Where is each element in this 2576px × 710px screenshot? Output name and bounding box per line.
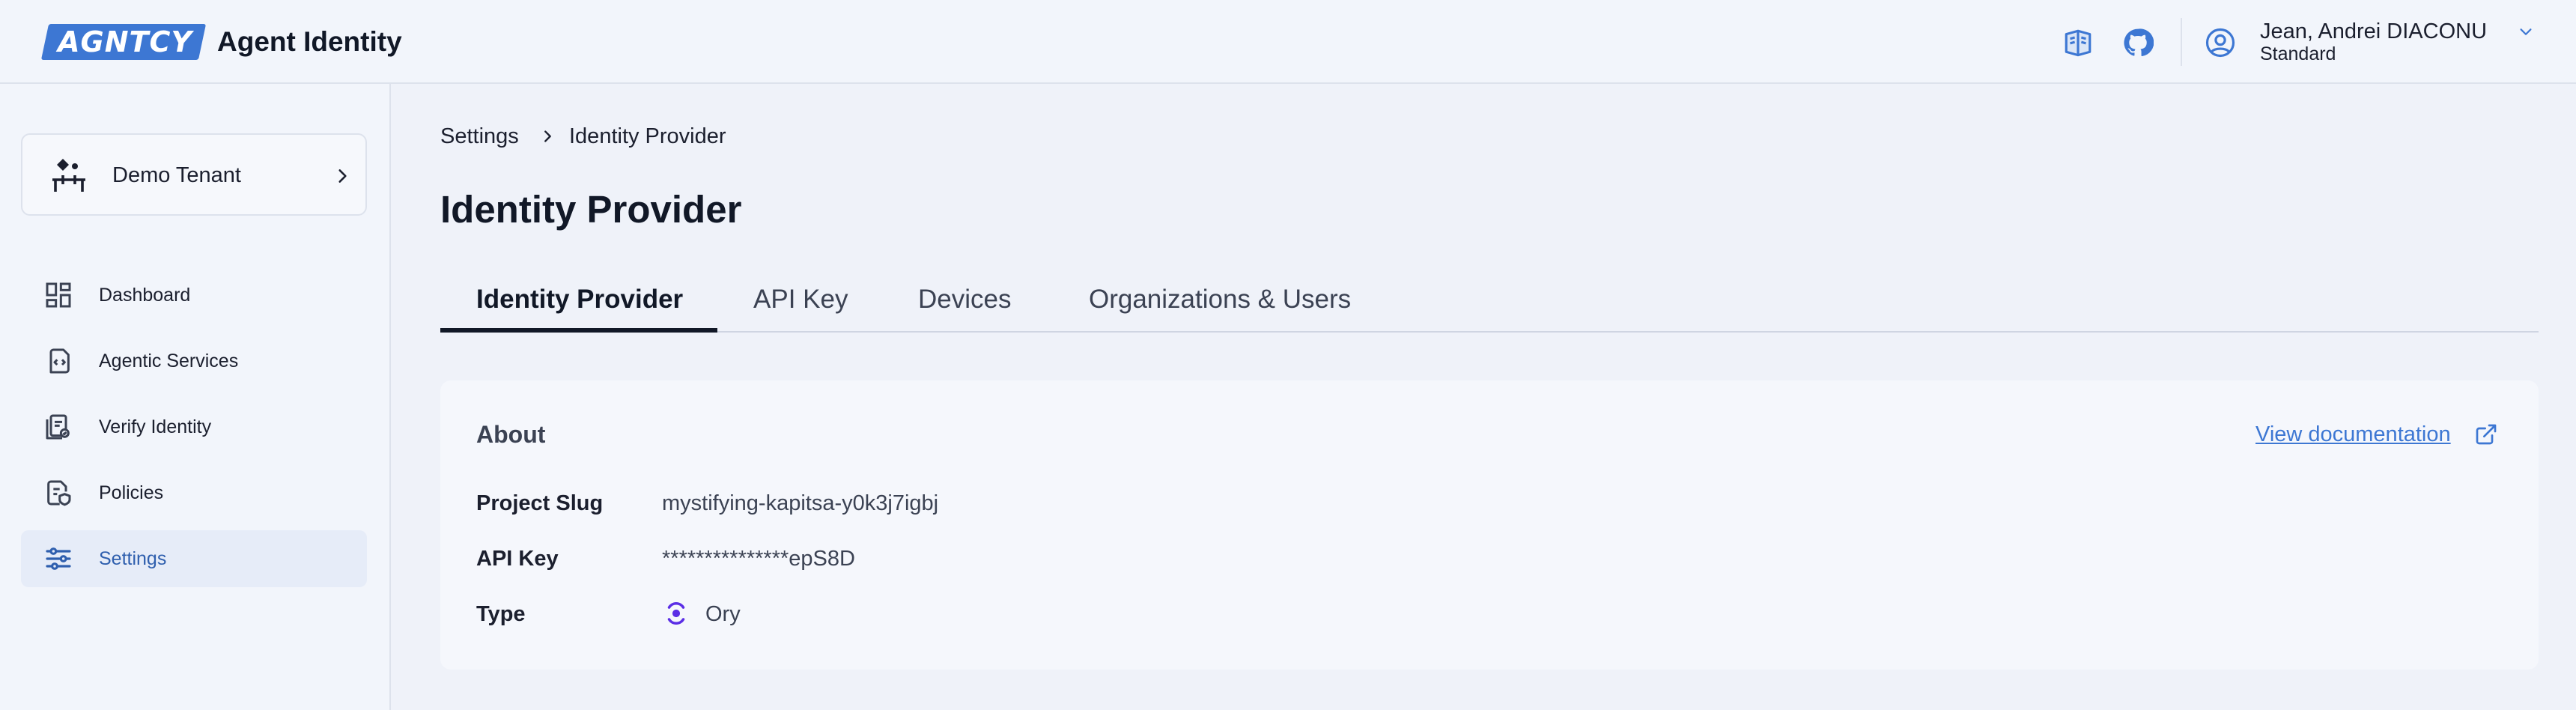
sliders-icon bbox=[46, 547, 71, 570]
github-icon[interactable] bbox=[2122, 27, 2154, 58]
breadcrumb-current: Identity Provider bbox=[569, 124, 726, 148]
about-card: About View documentation Project Slug my… bbox=[440, 380, 2539, 670]
card-title: About bbox=[476, 421, 546, 448]
sidebar-item-label: Dashboard bbox=[99, 285, 191, 306]
sidebar-item-dashboard[interactable]: Dashboard bbox=[21, 267, 367, 324]
tab-devices[interactable]: Devices bbox=[918, 283, 1011, 316]
project-slug-value: mystifying-kapitsa-y0k3j7igbj bbox=[662, 491, 939, 515]
sidebar-item-verify-identity[interactable]: Verify Identity bbox=[21, 398, 367, 455]
top-header: AGNTCY Agent Identity Jean, Andrei DIACO… bbox=[0, 0, 2576, 84]
tab-identity-provider[interactable]: Identity Provider bbox=[476, 283, 683, 316]
sidebar-item-label: Agentic Services bbox=[99, 351, 239, 371]
breadcrumb-settings[interactable]: Settings bbox=[440, 123, 519, 150]
chevron-right-icon bbox=[544, 130, 551, 142]
type-label: Type bbox=[476, 602, 526, 626]
tab-organizations-users[interactable]: Organizations & Users bbox=[1089, 283, 1351, 316]
sidebar-item-label: Verify Identity bbox=[99, 416, 212, 437]
page-title: Identity Provider bbox=[440, 188, 742, 231]
chevron-right-icon bbox=[338, 169, 347, 183]
header-divider bbox=[2181, 18, 2182, 66]
tenant-selector[interactable]: Demo Tenant bbox=[21, 133, 367, 216]
sidebar-item-agentic-services[interactable]: Agentic Services bbox=[21, 333, 367, 389]
policy-document-icon bbox=[47, 480, 71, 506]
active-tab-indicator bbox=[440, 328, 717, 333]
ory-logo-icon bbox=[667, 602, 685, 625]
tenant-label: Demo Tenant bbox=[112, 163, 241, 187]
project-slug-label: Project Slug bbox=[476, 491, 604, 515]
agntcy-logo[interactable]: AGNTCY bbox=[48, 25, 202, 58]
chevron-down-icon[interactable] bbox=[2516, 24, 2536, 40]
app-title: Agent Identity bbox=[217, 26, 402, 57]
api-key-value: ***************epS8D bbox=[662, 547, 855, 571]
user-plan: Standard bbox=[2260, 43, 2336, 64]
tenant-icon bbox=[52, 159, 85, 192]
sidebar-item-label: Policies bbox=[99, 482, 164, 503]
sidebar-item-settings[interactable]: Settings bbox=[21, 530, 367, 587]
external-link-icon[interactable] bbox=[2474, 422, 2498, 446]
sidebar-item-label: Settings bbox=[99, 548, 167, 569]
docs-book-icon[interactable] bbox=[2062, 27, 2094, 58]
sidebar-item-policies[interactable]: Policies bbox=[21, 464, 367, 521]
type-value: Ory bbox=[705, 602, 741, 626]
tabs-divider bbox=[440, 331, 2539, 333]
verify-document-icon bbox=[46, 414, 70, 440]
user-circle-icon[interactable] bbox=[2205, 27, 2236, 58]
view-documentation-link[interactable]: View documentation bbox=[2255, 421, 2451, 448]
sidebar: Demo Tenant Dashboard Agentic Services V… bbox=[0, 84, 391, 710]
code-file-icon bbox=[49, 348, 70, 374]
user-name[interactable]: Jean, Andrei DIACONU bbox=[2260, 19, 2487, 44]
dashboard-grid-icon bbox=[46, 282, 71, 308]
api-key-label: API Key bbox=[476, 547, 559, 571]
tab-api-key[interactable]: API Key bbox=[753, 283, 848, 316]
